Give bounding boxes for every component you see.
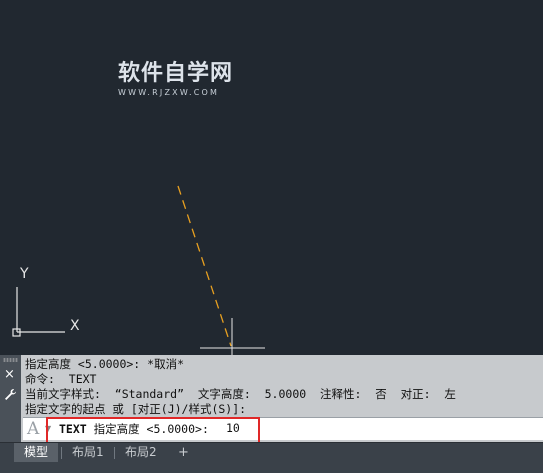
command-history: 指定高度 <5.0000>: *取消* 命令: TEXT 当前文字样式: “St… <box>25 357 540 417</box>
command-prompt: TEXT 指定高度 <5.0000>: <box>59 421 209 437</box>
ucs-x-label: X <box>70 318 80 334</box>
prompt-text: 指定高度 <5.0000>: <box>86 422 209 436</box>
chevron-down-icon[interactable]: ▼ <box>45 424 51 433</box>
dashed-line <box>177 185 232 347</box>
tab-layout2[interactable]: 布局2 <box>115 443 167 462</box>
drawing-canvas[interactable]: 软件自学网 WWW.RJZXW.COM Y X <box>0 0 543 355</box>
history-line: 指定文字的起点 或 [对正(J)/样式(S)]: <box>25 402 247 416</box>
command-name: TEXT <box>59 422 87 436</box>
canvas-graphics <box>12 185 265 355</box>
close-icon[interactable]: × <box>4 368 15 382</box>
add-layout-button[interactable]: + <box>178 443 189 462</box>
grip-handle[interactable] <box>3 358 18 362</box>
ucs-y-label: Y <box>20 266 29 282</box>
history-line: 当前文字样式: “Standard” 文字高度: 5.0000 注释性: 否 对… <box>25 387 456 401</box>
history-line: 指定高度 <5.0000>: *取消* <box>25 357 185 371</box>
command-line-panel: × 指定高度 <5.0000>: *取消* 命令: TEXT 当前文字样式: “… <box>0 355 543 442</box>
wrench-icon[interactable] <box>4 388 17 405</box>
layout-tab-bar: 模型 布局1 布局2 + <box>0 442 543 473</box>
tab-layout1[interactable]: 布局1 <box>62 443 114 462</box>
command-input[interactable] <box>226 421 286 435</box>
tab-model[interactable]: 模型 <box>14 443 59 462</box>
history-line: 命令: TEXT <box>25 372 97 386</box>
command-line-handle[interactable]: × <box>0 355 21 442</box>
command-icon[interactable]: A <box>27 419 39 439</box>
command-input-row[interactable]: A ▼ TEXT 指定高度 <5.0000>: <box>23 417 543 440</box>
